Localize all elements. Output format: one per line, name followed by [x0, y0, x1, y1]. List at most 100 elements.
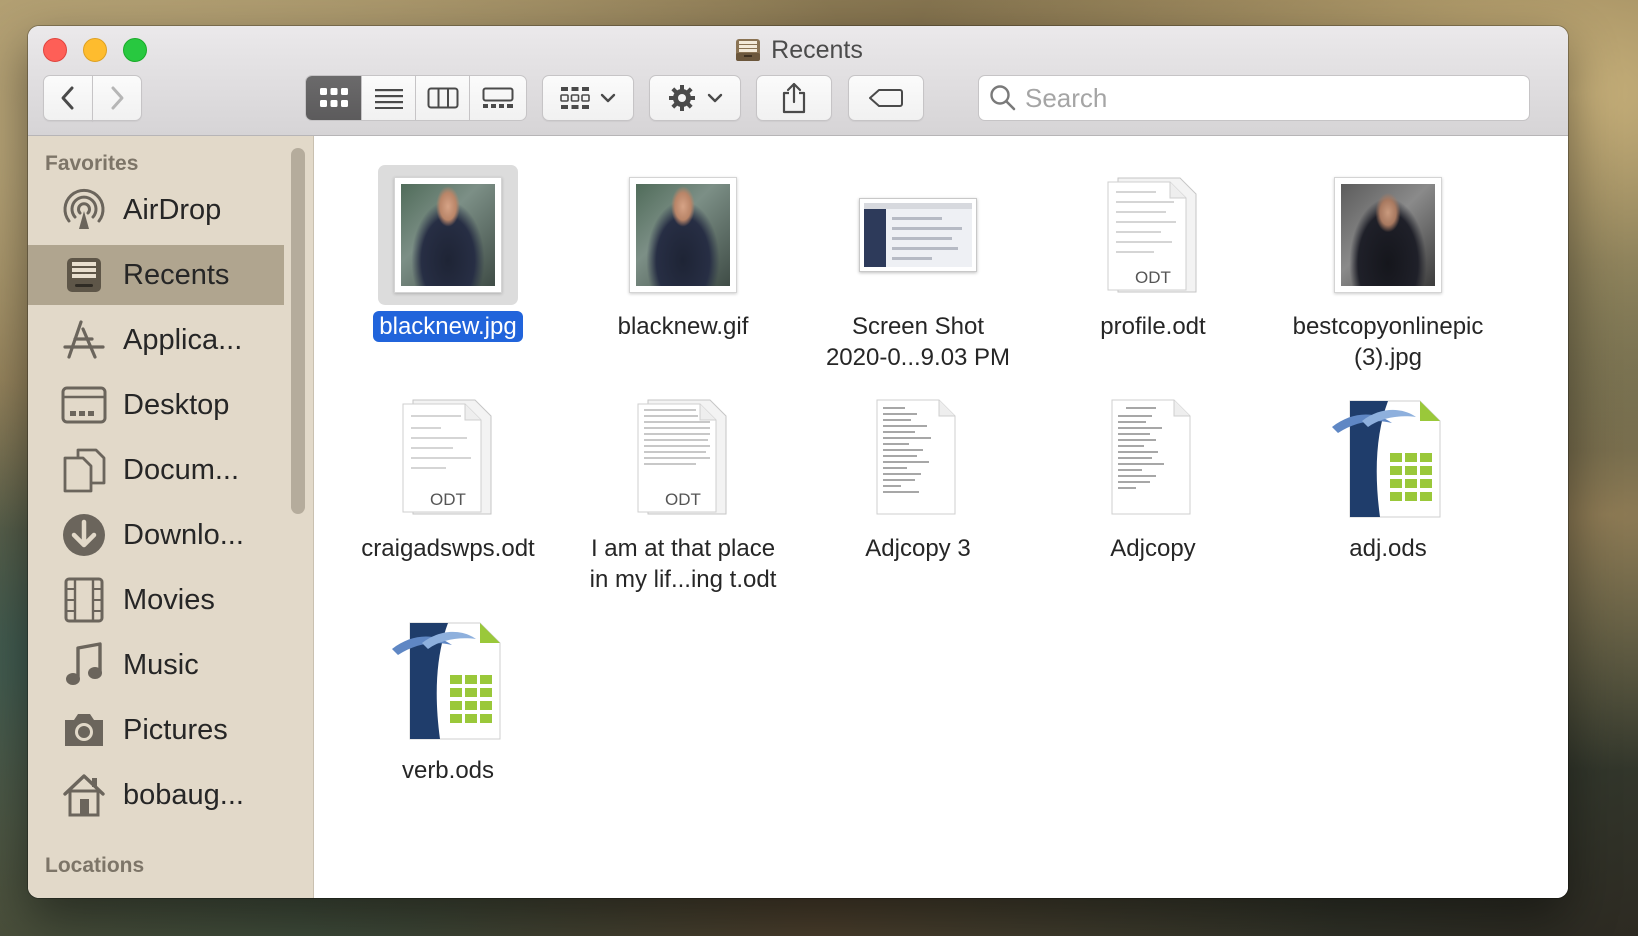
desktop-icon [60, 381, 108, 429]
sidebar-item-label: Downlo... [123, 518, 244, 551]
image-thumbnail [378, 165, 518, 305]
search-field[interactable] [978, 75, 1530, 121]
image-thumbnail [613, 165, 753, 305]
ods-spreadsheet-icon [1318, 387, 1458, 527]
sidebar-item-documents[interactable]: Docum... [28, 440, 284, 500]
file-item[interactable]: blacknew.jpg [333, 165, 563, 342]
file-item[interactable]: blacknew.gif [568, 165, 798, 342]
column-view-button[interactable] [416, 76, 470, 120]
sidebar-item-label: Docum... [123, 453, 240, 486]
sidebar-item-home[interactable]: bobaug... [28, 765, 284, 825]
recents-icon [60, 251, 108, 299]
finder-window: Recents Search Favorites AirDrop Recents… [28, 26, 1568, 898]
ods-spreadsheet-icon [378, 609, 518, 749]
back-button[interactable] [43, 75, 93, 121]
window-title: Recents [771, 35, 863, 64]
sidebar-item-downloads[interactable]: Downlo... [28, 505, 284, 565]
chevron-left-icon [61, 86, 74, 110]
group-by-button[interactable] [542, 75, 634, 121]
edit-tags-button[interactable] [848, 75, 924, 121]
sidebar-item-desktop[interactable]: Desktop [28, 375, 284, 435]
share-icon [782, 82, 806, 114]
search-input[interactable] [1025, 82, 1505, 114]
sidebar-item-label: Applica... [123, 323, 243, 356]
file-item[interactable]: Adjcopy 3 [803, 387, 1033, 564]
home-icon [60, 771, 108, 819]
odt-document-icon: ODT [378, 387, 518, 527]
sidebar-scrollbar[interactable] [291, 148, 305, 514]
icon-grid-icon [319, 88, 348, 107]
file-name: Screen Shot 2020-0...9.03 PM [825, 313, 1011, 371]
sidebar-item-airdrop[interactable]: AirDrop [28, 180, 284, 240]
airdrop-icon [60, 186, 108, 234]
sidebar-item-label: bobaug... [123, 778, 244, 811]
list-icon [374, 89, 403, 109]
file-item[interactable]: ODT craigadswps.odt [333, 387, 563, 564]
toolbar: Recents [28, 26, 1568, 136]
sidebar-item-music[interactable]: Music [28, 635, 284, 695]
search-icon [990, 85, 1016, 111]
documents-icon [60, 446, 108, 494]
file-name: craigadswps.odt [361, 535, 535, 562]
sidebar-item-label: Pictures [123, 713, 228, 746]
applications-icon [60, 316, 108, 364]
text-document-icon [848, 387, 988, 527]
file-name: blacknew.gif [617, 313, 749, 340]
file-item[interactable]: bestcopyonlinepic (3).jpg [1273, 165, 1503, 373]
odt-document-icon: ODT [613, 387, 753, 527]
text-document-icon [1083, 387, 1223, 527]
action-menu-button[interactable] [649, 75, 741, 121]
camera-icon [60, 706, 108, 754]
gallery-icon [482, 87, 514, 108]
window-title-bar: Recents [28, 32, 1568, 68]
sidebar-item-label: Recents [123, 258, 230, 291]
chevron-down-icon [707, 93, 723, 103]
file-item[interactable]: Adjcopy [1038, 387, 1268, 564]
view-mode-segmented-control [305, 75, 527, 121]
sidebar-item-label: Movies [123, 583, 215, 616]
sidebar-item-pictures[interactable]: Pictures [28, 700, 284, 760]
odt-document-icon: ODT [1083, 165, 1223, 305]
file-name: blacknew.jpg [373, 311, 523, 342]
group-grid-icon [560, 87, 590, 109]
sidebar-item-label: Desktop [123, 388, 230, 421]
icon-view-button[interactable] [306, 76, 362, 120]
tag-icon [869, 89, 903, 107]
file-item[interactable]: ODT profile.odt [1038, 165, 1268, 342]
image-thumbnail [1318, 165, 1458, 305]
file-name: Adjcopy 3 [865, 535, 971, 562]
file-type-badge: ODT [665, 490, 701, 509]
sidebar-item-recents[interactable]: Recents [28, 245, 284, 305]
sidebar-heading-favorites: Favorites [45, 152, 139, 175]
sidebar-item-applications[interactable]: Applica... [28, 310, 284, 370]
file-type-badge: ODT [1135, 268, 1171, 287]
recents-folder-icon [736, 39, 761, 61]
sidebar-item-label: Music [123, 648, 199, 681]
file-name: adj.ods [1349, 535, 1427, 562]
screenshot-thumbnail [848, 165, 988, 305]
film-icon [60, 576, 108, 624]
file-item[interactable]: ODT I am at that place in my lif...ing t… [568, 387, 798, 595]
file-item[interactable]: verb.ods [333, 609, 563, 786]
share-button[interactable] [756, 75, 832, 121]
list-view-button[interactable] [362, 76, 416, 120]
sidebar-item-label: AirDrop [123, 193, 222, 226]
sidebar: Favorites AirDrop Recents Applica... Des… [28, 136, 314, 898]
file-item[interactable]: adj.ods [1273, 387, 1503, 564]
file-name: profile.odt [1100, 313, 1206, 340]
forward-button[interactable] [92, 75, 142, 121]
sidebar-heading-locations: Locations [45, 854, 145, 877]
file-name: verb.ods [401, 757, 495, 784]
gallery-view-button[interactable] [470, 76, 526, 120]
file-name: I am at that place in my lif...ing t.odt [589, 535, 777, 593]
file-icon-grid: blacknew.jpg blacknew.gif Screen Shot 20… [315, 137, 1568, 898]
chevron-down-icon [600, 93, 616, 103]
file-type-badge: ODT [430, 490, 466, 509]
chevron-right-icon [111, 86, 124, 110]
sidebar-item-movies[interactable]: Movies [28, 570, 284, 630]
file-name: bestcopyonlinepic (3).jpg [1292, 313, 1484, 371]
columns-icon [427, 87, 458, 109]
file-item[interactable]: Screen Shot 2020-0...9.03 PM [803, 165, 1033, 373]
file-name: Adjcopy [1110, 535, 1196, 562]
gear-icon [669, 85, 695, 111]
